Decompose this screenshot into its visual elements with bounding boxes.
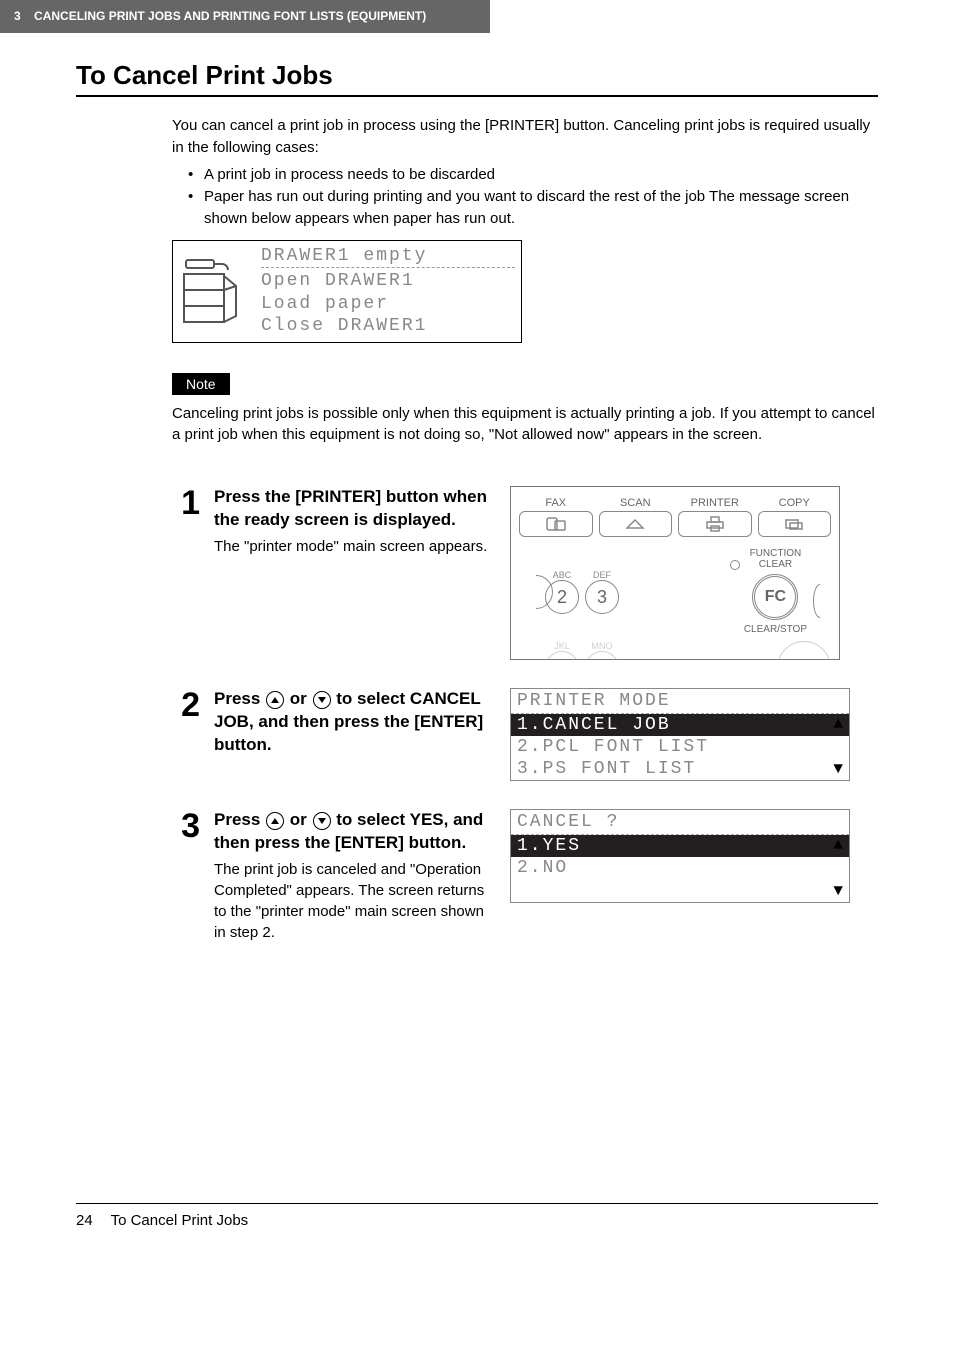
chapter-title: CANCELING PRINT JOBS AND PRINTING FONT L…: [34, 9, 426, 23]
scroll-down-icon: ▼: [833, 882, 843, 900]
keypad-label: JKL: [545, 641, 579, 651]
lcd-line: Close DRAWER1: [261, 315, 515, 338]
down-arrow-icon: [313, 812, 331, 830]
page-title: To Cancel Print Jobs: [76, 60, 878, 91]
contrast-icon: [813, 584, 827, 618]
bullet-item: A print job in process needs to be disca…: [172, 164, 878, 186]
keypad-1-icon: [519, 575, 553, 609]
keypad-5-icon: 5: [545, 651, 579, 659]
menu-item: 2.NO: [511, 857, 849, 879]
note-text: Canceling print jobs is possible only wh…: [172, 403, 878, 447]
keypad-label: MNO: [585, 641, 619, 651]
step-1: 1 Press the [PRINTER] button when the re…: [172, 486, 878, 660]
printer-drawer-icon: [173, 241, 255, 342]
step-instruction: Press or to select CANCEL JOB, and then …: [214, 688, 492, 757]
fax-button-icon: [519, 511, 593, 537]
panel-tab-label: COPY: [758, 497, 832, 509]
printer-mode-menu: PRINTER MODE 1.CANCEL JOB 2.PCL FONT LIS…: [510, 688, 850, 781]
up-arrow-icon: [266, 812, 284, 830]
panel-tab-label: PRINTER: [678, 497, 752, 509]
fc-button-icon: FC: [752, 574, 798, 620]
page-footer: 24 To Cancel Print Jobs: [0, 1212, 954, 1229]
keypad-label: DEF: [585, 570, 619, 580]
panel-tab-label: SCAN: [599, 497, 673, 509]
bullet-item: Paper has run out during printing and yo…: [172, 186, 878, 230]
steps: 1 Press the [PRINTER] button when the re…: [172, 486, 878, 943]
scroll-up-icon: ▲: [833, 715, 843, 733]
bullet-list: A print job in process needs to be disca…: [172, 164, 878, 229]
keypad-3-icon: 3: [585, 580, 619, 614]
chapter-number: 3: [14, 9, 21, 23]
footer-title: To Cancel Print Jobs: [111, 1212, 249, 1229]
panel-tab-label: FAX: [519, 497, 593, 509]
step-description: The print job is canceled and "Operation…: [214, 859, 492, 943]
menu-title: PRINTER MODE: [511, 689, 849, 714]
menu-item-selected: 1.YES: [511, 835, 849, 857]
copy-button-icon: [758, 511, 832, 537]
scroll-up-icon: ▲: [833, 836, 843, 854]
title-rule: [76, 95, 878, 97]
lcd-line: DRAWER1 empty: [261, 245, 515, 269]
keypad-label: ABC: [545, 570, 579, 580]
menu-item: 3.PS FONT LIST: [511, 758, 849, 780]
control-panel-figure: FAX SCAN: [510, 486, 840, 660]
menu-title: CANCEL ?: [511, 810, 849, 835]
step-number: 3: [172, 809, 200, 843]
step-number: 2: [172, 688, 200, 722]
lcd-line: Open DRAWER1: [261, 270, 515, 293]
clearstop-label: CLEAR/STOP: [744, 624, 807, 635]
step-number: 1: [172, 486, 200, 520]
step-description: The "printer mode" main screen appears.: [214, 536, 492, 557]
up-arrow-icon: [266, 691, 284, 709]
lcd-line: Load paper: [261, 293, 515, 316]
menu-item-selected: 1.CANCEL JOB: [511, 714, 849, 736]
scan-button-icon: [599, 511, 673, 537]
intro-text: You can cancel a print job in process us…: [172, 115, 878, 159]
scroll-down-icon: ▼: [833, 760, 843, 778]
footer-rule: [76, 1203, 878, 1204]
lcd-lines: DRAWER1 empty Open DRAWER1 Load paper Cl…: [255, 241, 521, 342]
cancel-confirm-menu: CANCEL ? 1.YES 2.NO ▲ ▼: [510, 809, 850, 903]
clear-label: CLEAR: [759, 559, 792, 570]
stop-button-icon: [777, 641, 831, 659]
keypad-6-icon: 6: [585, 651, 619, 659]
down-arrow-icon: [313, 691, 331, 709]
menu-item: 2.PCL FONT LIST: [511, 736, 849, 758]
led-icon: [730, 560, 740, 570]
note-badge: Note: [172, 373, 230, 395]
step-2: 2 Press or to select CANCEL JOB, and the…: [172, 688, 878, 781]
printer-button-icon: [678, 511, 752, 537]
chapter-header: 3 CANCELING PRINT JOBS AND PRINTING FONT…: [0, 0, 490, 33]
step-instruction: Press the [PRINTER] button when the read…: [214, 486, 492, 532]
step-instruction: Press or to select YES, and then press t…: [214, 809, 492, 855]
page-number: 24: [76, 1212, 93, 1229]
step-3: 3 Press or to select YES, and then press…: [172, 809, 878, 943]
lcd-drawer-empty: DRAWER1 empty Open DRAWER1 Load paper Cl…: [172, 240, 522, 343]
